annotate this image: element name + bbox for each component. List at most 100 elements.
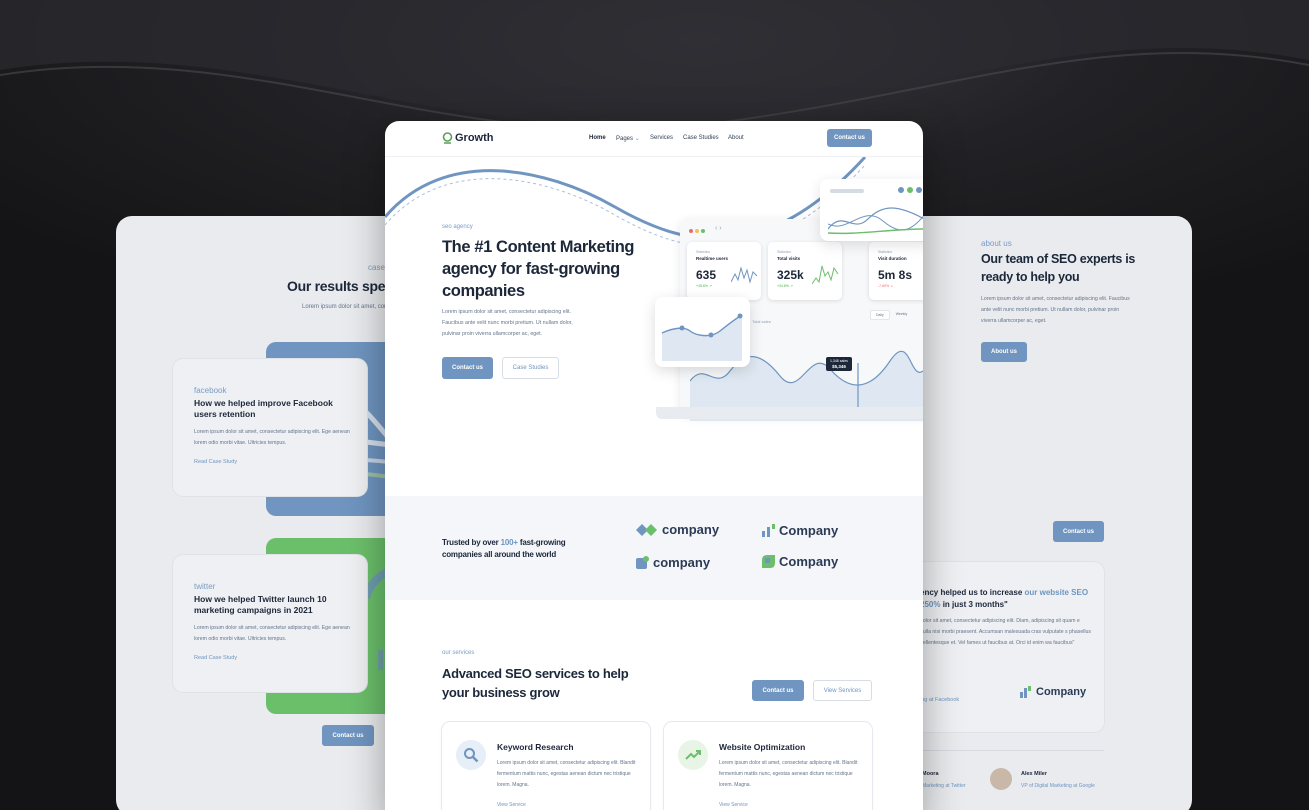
diamond-logo-icon — [636, 523, 657, 536]
read-case-study-link[interactable]: Read Case Study — [194, 655, 237, 661]
view-service-link[interactable]: View Service — [497, 802, 526, 808]
brand-logo[interactable]: Growth — [442, 132, 494, 144]
service-desc: Lorem ipsum dolor sit amet, consectetur … — [497, 760, 636, 788]
trusted-text-a: Trusted by over — [442, 538, 501, 547]
quote-highlight: our website SEO — [1024, 588, 1089, 597]
about-button[interactable]: About us — [981, 342, 1027, 362]
case-card-facebook[interactable]: facebook How we helped improve Facebook … — [173, 359, 367, 496]
client-logo-3: company — [636, 555, 710, 570]
contact-button[interactable]: Contact us — [322, 725, 374, 746]
chevron-down-icon: ⌄ — [634, 136, 640, 142]
toggle-weekly[interactable]: Weekly — [893, 310, 910, 320]
nav-contact-button[interactable]: Contact us — [827, 129, 872, 147]
stat-title: Visit duration — [878, 256, 907, 261]
avatar — [990, 768, 1012, 790]
brand-name: Growth — [455, 132, 494, 144]
stat-kicker: Statistics — [777, 250, 792, 254]
client-name: Company — [779, 554, 839, 569]
trusted-text: Trusted by over 100+ fast-growing compan… — [442, 537, 592, 561]
floating-lines-card — [820, 179, 923, 241]
nav-about[interactable]: About — [728, 135, 744, 141]
person-role: VP of Digital Marketing at Google — [1021, 783, 1095, 789]
stat-kicker: Statistics — [696, 250, 711, 254]
case-title: How we helped improve Facebook users ret… — [194, 398, 333, 419]
window-dots — [689, 229, 705, 233]
person-name: Moora — [922, 771, 939, 777]
stat-delta: -7.69% ↘ — [878, 284, 893, 288]
case-desc: Lorem ipsum dolor sit amet, consectetur … — [194, 625, 350, 642]
stat-card-realtime: Statistics Realtime users 635 +45.6% ↗ — [687, 242, 761, 300]
client-name: Company — [779, 523, 839, 538]
sparkline — [731, 266, 758, 284]
multi-line-chart — [828, 207, 923, 235]
company-name: Company — [1036, 686, 1087, 698]
client-name: company — [662, 522, 720, 537]
stat-delta: +45.6% ↗ — [696, 284, 712, 288]
growth-logo-icon — [442, 132, 453, 144]
main-page: Growth Home Pages ⌄ Services Case Studie… — [385, 121, 923, 810]
stat-title: Total visits — [777, 256, 801, 261]
placeholder-bar — [830, 189, 864, 193]
service-title: Website Optimization — [719, 742, 806, 752]
service-card-keyword[interactable]: Keyword Research Lorem ipsum dolor sit a… — [442, 722, 650, 810]
testimonial-body: dolor sit amet, consectetur adipiscing e… — [920, 618, 1091, 646]
chart-label: Total sales — [752, 319, 771, 324]
quote-percent: 250% — [920, 600, 941, 609]
read-case-study-link[interactable]: Read Case Study — [194, 459, 237, 465]
section-title: Our team of SEO experts is ready to help… — [981, 252, 1136, 284]
services-tag: our services — [442, 650, 475, 656]
services-title: Advanced SEO services to help your busin… — [442, 666, 629, 700]
quote-text: ency helped us to increase — [920, 588, 1025, 597]
back-forward-icon: ‹ › — [715, 225, 722, 232]
section-tag: about us — [981, 239, 1012, 248]
search-icon — [456, 740, 486, 770]
case-card-twitter[interactable]: twitter How we helped Twitter launch 10 … — [173, 555, 367, 692]
service-desc: Lorem ipsum dolor sit amet, consectetur … — [719, 760, 858, 788]
hero-contact-button[interactable]: Contact us — [442, 357, 493, 379]
stat-delta: +34.8% ↗ — [777, 284, 793, 288]
chart-toggle: Daily Weekly — [870, 310, 910, 320]
section-intro: Lorem ipsum dolor sit amet, consectetur … — [302, 304, 392, 310]
stat-value: 5m 8s — [878, 268, 913, 282]
service-title: Keyword Research — [497, 742, 574, 752]
nav-pages[interactable]: Pages ⌄ — [616, 135, 640, 142]
nav-home[interactable]: Home — [589, 135, 606, 141]
hero-case-studies-button[interactable]: Case Studies — [502, 357, 559, 379]
service-card-optimization[interactable]: Website Optimization Lorem ipsum dolor s… — [664, 722, 872, 810]
dot-icon — [898, 187, 904, 193]
trending-up-icon — [678, 740, 708, 770]
view-service-link[interactable]: View Service — [719, 802, 748, 808]
case-desc: Lorem ipsum dolor sit amet, consectetur … — [194, 429, 350, 446]
client-logo-1: company — [636, 522, 719, 537]
contact-button[interactable]: Contact us — [1053, 521, 1104, 542]
trusted-highlight: 100+ — [500, 538, 518, 547]
dot-icon — [907, 187, 913, 193]
testimonial-logo: Company — [1020, 686, 1086, 698]
bars-logo-icon — [762, 524, 775, 537]
toggle-daily[interactable]: Daily — [870, 310, 890, 320]
testimonial-quote: ency helped us to increase our website S… — [920, 587, 1100, 611]
stat-card-duration: Statistics Visit duration 5m 8s -7.69% ↘ — [869, 242, 923, 300]
laptop-base — [656, 407, 923, 419]
case-title: How we helped Twitter launch 10 marketin… — [194, 594, 327, 615]
nav-services[interactable]: Services — [650, 135, 673, 141]
dot-icon — [689, 229, 693, 233]
chart-tooltip: 1,348 sales $5,346 — [826, 357, 852, 371]
case-tag: twitter — [194, 582, 216, 591]
services-contact-button[interactable]: Contact us — [752, 680, 804, 701]
view-services-button[interactable]: View Services — [813, 680, 872, 701]
stat-value: 325k — [777, 268, 804, 282]
testimonial-role: ing at Facebook — [920, 697, 960, 703]
dot-icon — [701, 229, 705, 233]
stat-kicker: Statistics — [878, 250, 893, 254]
nav-case-studies[interactable]: Case Studies — [683, 135, 719, 141]
stat-title: Realtime users — [696, 256, 729, 261]
floating-area-card — [655, 297, 750, 367]
person-role: Marketing at Twitter — [922, 783, 966, 789]
hero-description: Lorem ipsum dolor sit amet, consectetur … — [442, 309, 573, 337]
mini-area-chart — [661, 313, 743, 361]
legend-dots — [898, 187, 922, 193]
stat-value: 635 — [696, 268, 717, 282]
top-nav: Growth Home Pages ⌄ Services Case Studie… — [385, 121, 923, 157]
hero-tag: seo agency — [442, 224, 473, 230]
